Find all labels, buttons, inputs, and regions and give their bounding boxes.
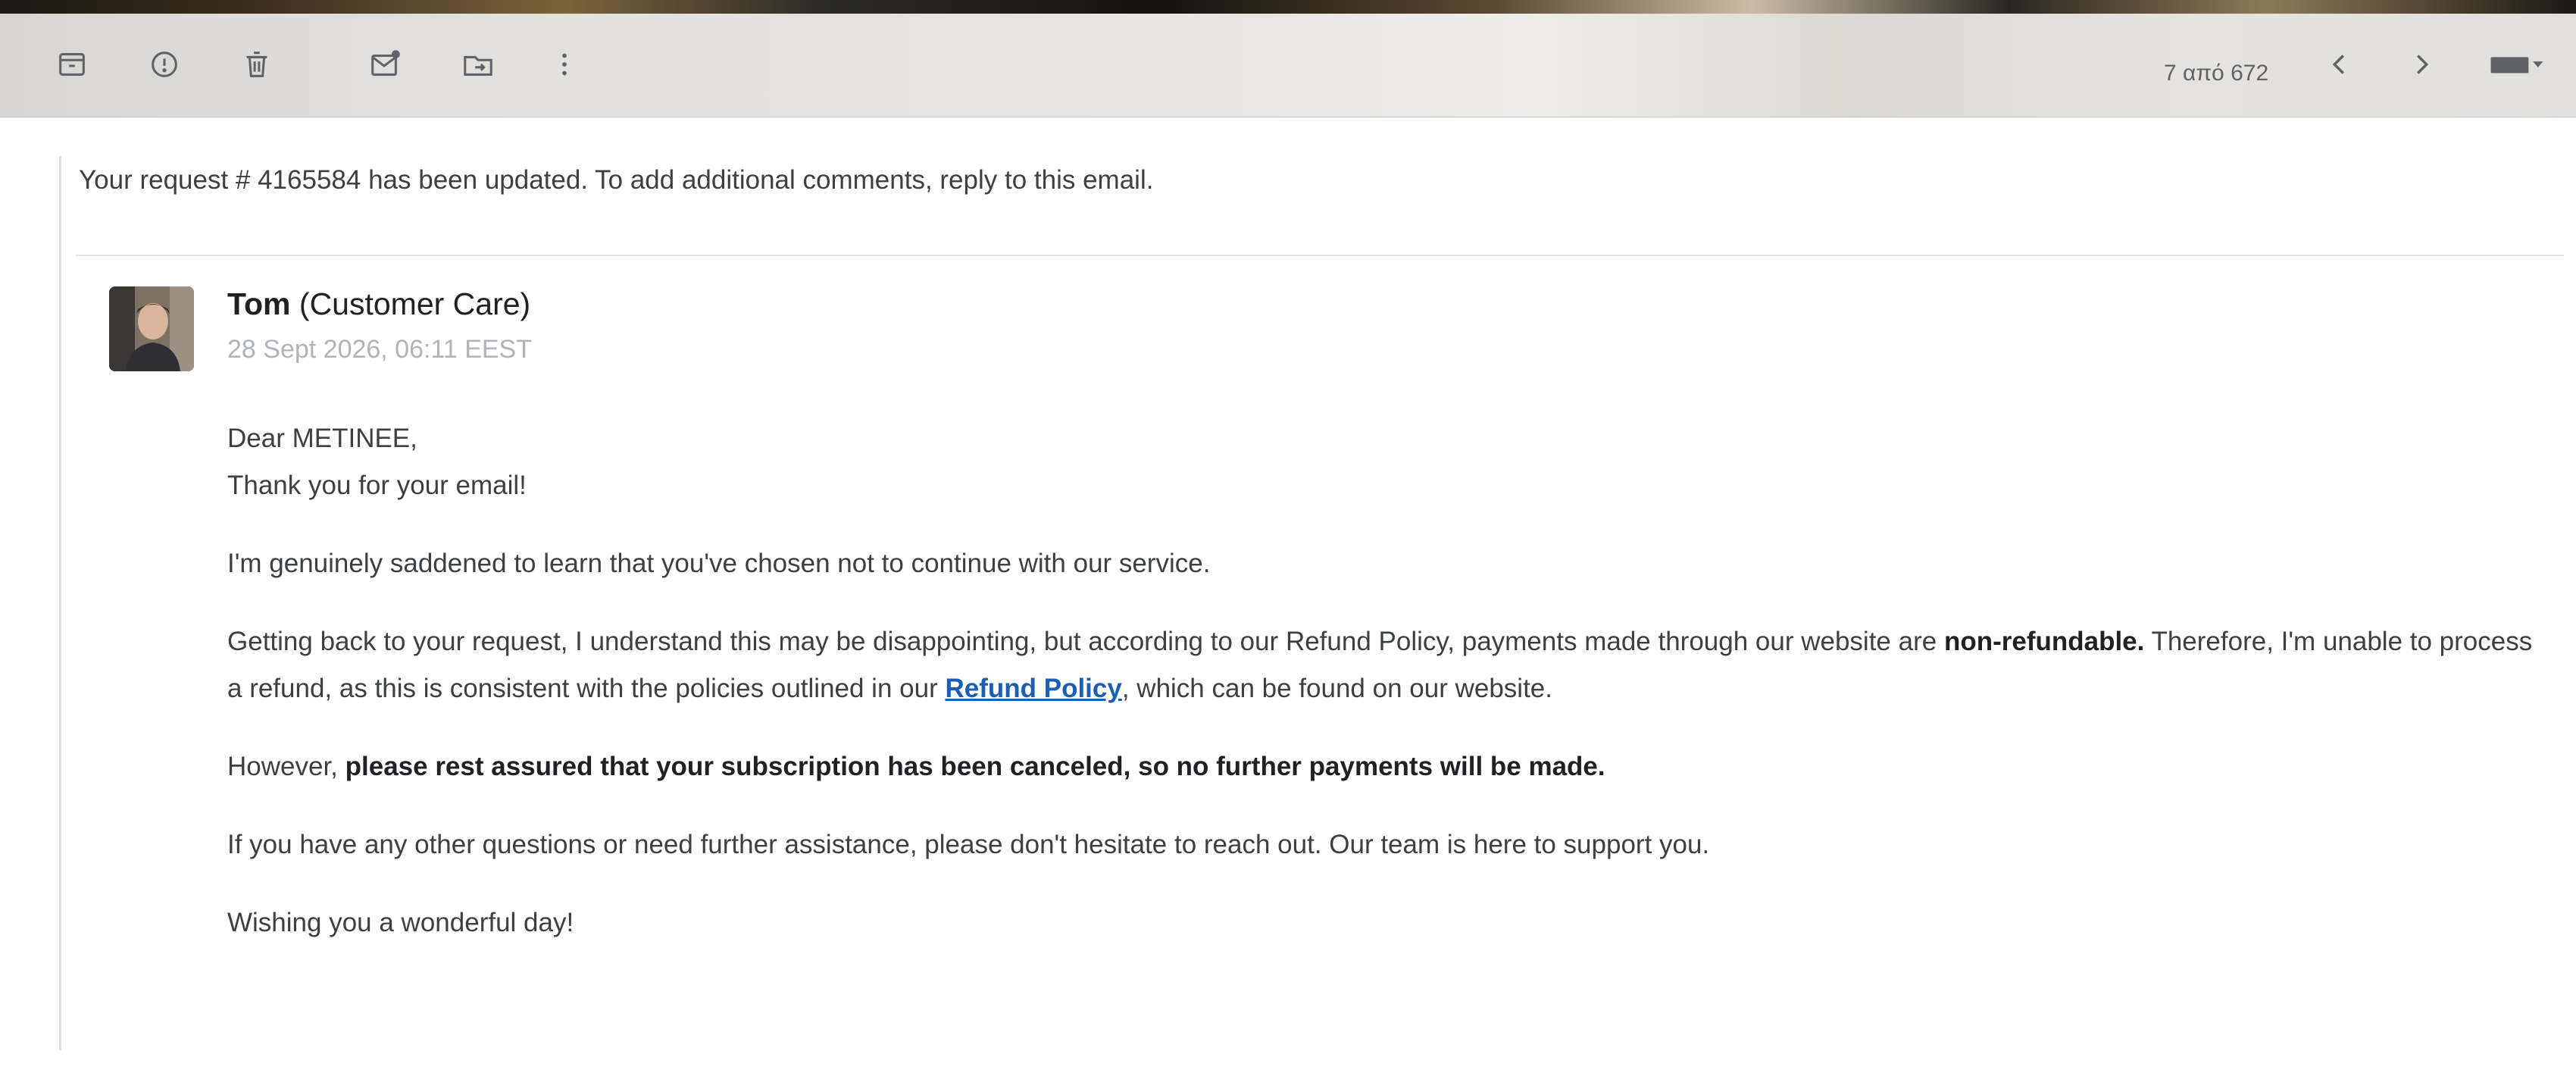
non-refundable-emphasis: non-refundable. — [1943, 627, 2145, 656]
move-to-icon[interactable] — [455, 41, 502, 88]
email-body: Dear METINEE, Thank you for your email! … — [227, 415, 2546, 978]
window-top-edge — [0, 0, 2576, 14]
sender-line: Tom (Customer Care) — [227, 286, 530, 322]
sender-name[interactable]: Tom — [227, 286, 291, 321]
message-divider — [76, 255, 2564, 256]
delete-icon[interactable] — [233, 41, 280, 88]
sender-role: (Customer Care) — [299, 286, 531, 321]
refund-policy-link[interactable]: Refund Policy — [945, 674, 1121, 703]
email-date: 28 Sept 2026, 06:11 EEST — [227, 335, 532, 364]
paragraph-refund-text-1: Getting back to your request, I understa… — [227, 627, 1944, 656]
chevron-left-icon[interactable] — [2315, 41, 2362, 88]
thread-indicator-line — [59, 156, 61, 1050]
archive-icon[interactable] — [48, 41, 95, 88]
report-spam-icon[interactable] — [141, 41, 188, 88]
closing-line: Wishing you a wonderful day! — [227, 908, 574, 937]
canceled-emphasis: please rest assured that your subscripti… — [345, 752, 1605, 781]
greeting: Dear METINEE, — [227, 424, 417, 453]
input-tools-icon[interactable] — [2479, 41, 2555, 88]
paragraph-support: If you have any other questions or need … — [227, 830, 1710, 859]
avatar[interactable] — [109, 286, 194, 371]
paragraph-canceled: However, please rest assured that your s… — [227, 743, 2546, 790]
email-toolbar: 7 από 672 — [0, 14, 2576, 117]
more-icon[interactable] — [541, 41, 588, 88]
paragraph-saddened: I'm genuinely saddened to learn that you… — [227, 549, 1211, 578]
thanks-line: Thank you for your email! — [227, 471, 527, 500]
chevron-right-icon[interactable] — [2399, 41, 2446, 88]
paragraph-canceled-text: However, — [227, 752, 345, 781]
page-count: 7 από 672 — [2164, 61, 2269, 86]
request-update-notice: Your request # 4165584 has been updated.… — [79, 165, 1154, 195]
paragraph-refund-text-3: , which can be found on our website. — [1121, 674, 1552, 703]
mark-unread-icon[interactable] — [362, 41, 409, 88]
paragraph-refund: Getting back to your request, I understa… — [227, 618, 2546, 712]
